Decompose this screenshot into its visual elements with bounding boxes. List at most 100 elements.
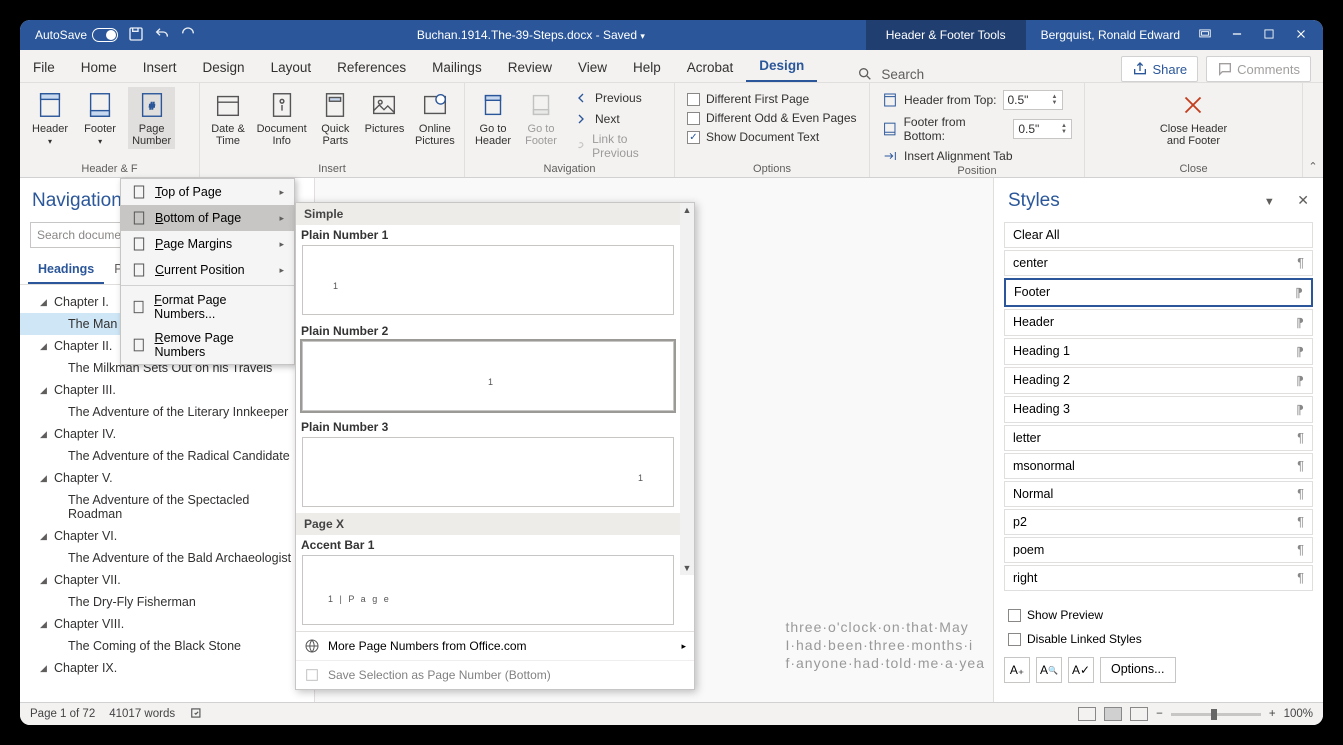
tree-heading[interactable]: ◢Chapter IV. <box>20 423 314 445</box>
search-box[interactable]: Search <box>857 66 924 82</box>
autosave-toggle[interactable]: AutoSave <box>35 28 118 42</box>
tree-heading[interactable]: ◢Chapter VI. <box>20 525 314 547</box>
tab-file[interactable]: File <box>20 53 68 82</box>
style-item[interactable]: Header⁋ <box>1004 309 1313 336</box>
quick-parts-button[interactable]: Quick Parts <box>315 87 355 149</box>
tab-acrobat[interactable]: Acrobat <box>674 53 747 82</box>
tree-heading[interactable]: ◢Chapter VIII. <box>20 613 314 635</box>
tree-subheading[interactable]: The Adventure of the Bald Archaeologist <box>20 547 314 569</box>
share-button[interactable]: Share <box>1121 56 1198 82</box>
gallery-item-title[interactable]: Plain Number 2 <box>296 321 680 341</box>
comments-button[interactable]: Comments <box>1206 56 1311 82</box>
style-inspector-button[interactable]: A🔍 <box>1036 657 1062 683</box>
tab-help[interactable]: Help <box>620 53 674 82</box>
styles-options-icon[interactable]: ▼ <box>1264 196 1275 208</box>
tab-insert[interactable]: Insert <box>130 53 190 82</box>
header-from-top[interactable]: Header from Top:0.5"▲▼ <box>878 89 1076 111</box>
styles-options-button[interactable]: Options... <box>1100 657 1176 683</box>
zoom-out-icon[interactable]: − <box>1156 708 1163 720</box>
style-item[interactable]: p2¶ <box>1004 509 1313 535</box>
tree-subheading[interactable]: The Dry-Fly Fisherman <box>20 591 314 613</box>
tree-subheading[interactable]: The Adventure of the Spectacled Roadman <box>20 489 314 525</box>
tab-home[interactable]: Home <box>68 53 130 82</box>
menu-item[interactable]: Bottom of Page▸ <box>121 205 294 231</box>
footer-button[interactable]: Footer▾ <box>80 87 120 148</box>
menu-item[interactable]: Remove Page Numbers <box>121 326 294 364</box>
pictures-button[interactable]: Pictures <box>363 87 405 137</box>
show-doc-text-checkbox[interactable]: Show Document Text <box>683 129 861 145</box>
user-name[interactable]: Bergquist, Ronald Edward <box>1041 28 1180 42</box>
status-words[interactable]: 41017 words <box>109 708 175 720</box>
gallery-item-preview[interactable]: 1 <box>302 245 674 315</box>
style-item[interactable]: Footer⁋ <box>1004 278 1313 307</box>
status-page[interactable]: Page 1 of 72 <box>30 708 95 720</box>
manage-styles-button[interactable]: A✓ <box>1068 657 1094 683</box>
gallery-item-accent-bar[interactable]: Accent Bar 1 <box>296 535 680 555</box>
tree-subheading[interactable]: The Coming of the Black Stone <box>20 635 314 657</box>
online-pictures-button[interactable]: Online Pictures <box>414 87 456 149</box>
gallery-scrollbar[interactable]: ▲▼ <box>680 203 694 575</box>
close-icon[interactable] <box>1294 27 1308 44</box>
style-item[interactable]: Clear All <box>1004 222 1313 248</box>
more-page-numbers[interactable]: More Page Numbers from Office.com ▸ <box>296 631 694 660</box>
previous-button[interactable]: Previous <box>569 89 666 107</box>
zoom-in-icon[interactable]: + <box>1269 708 1276 720</box>
tree-heading[interactable]: ◢Chapter V. <box>20 467 314 489</box>
insert-alignment-tab[interactable]: Insert Alignment Tab <box>878 147 1076 165</box>
new-style-button[interactable]: A₊ <box>1004 657 1030 683</box>
gallery-item-preview[interactable]: 1 <box>302 437 674 507</box>
minimize-icon[interactable] <box>1230 27 1244 44</box>
style-item[interactable]: letter¶ <box>1004 425 1313 451</box>
tab-references[interactable]: References <box>324 53 419 82</box>
style-item[interactable]: Normal¶ <box>1004 481 1313 507</box>
nav-tab-headings[interactable]: Headings <box>28 256 104 284</box>
date-time-button[interactable]: Date & Time <box>208 87 248 149</box>
collapse-ribbon-icon[interactable]: ⌃ <box>1303 83 1323 177</box>
tab-view[interactable]: View <box>565 53 620 82</box>
read-mode-icon[interactable] <box>1078 707 1096 721</box>
tab-hf-design[interactable]: Design <box>746 51 817 82</box>
page-number-button[interactable]: #Page Number <box>128 87 175 149</box>
header-button[interactable]: Header▾ <box>28 87 72 148</box>
tab-review[interactable]: Review <box>495 53 565 82</box>
next-button[interactable]: Next <box>569 110 666 128</box>
style-item[interactable]: Heading 2⁋ <box>1004 367 1313 394</box>
undo-icon[interactable] <box>154 26 170 45</box>
save-icon[interactable] <box>128 26 144 45</box>
web-layout-icon[interactable] <box>1130 707 1148 721</box>
show-preview-checkbox[interactable]: Show Preview <box>1004 607 1313 623</box>
menu-item[interactable]: Page Margins▸ <box>121 231 294 257</box>
disable-linked-checkbox[interactable]: Disable Linked Styles <box>1004 631 1313 647</box>
redo-icon[interactable] <box>180 26 196 45</box>
tree-heading[interactable]: ◢Chapter IX. <box>20 657 314 679</box>
style-item[interactable]: right¶ <box>1004 565 1313 591</box>
tab-design[interactable]: Design <box>190 53 258 82</box>
tree-subheading[interactable]: The Adventure of the Radical Candidate <box>20 445 314 467</box>
style-item[interactable]: Heading 1⁋ <box>1004 338 1313 365</box>
footer-from-bottom[interactable]: Footer from Bottom:0.5"▲▼ <box>878 114 1076 144</box>
different-first-page-checkbox[interactable]: Different First Page <box>683 91 861 107</box>
gallery-item-preview[interactable]: 1 <box>302 341 674 411</box>
style-item[interactable]: msonormal¶ <box>1004 453 1313 479</box>
proofing-icon[interactable] <box>189 706 205 723</box>
close-header-footer-button[interactable]: Close Header and Footer <box>1156 87 1231 149</box>
styles-close-icon[interactable]: ✕ <box>1297 192 1309 208</box>
zoom-level[interactable]: 100% <box>1284 708 1313 720</box>
print-layout-icon[interactable] <box>1104 707 1122 721</box>
tree-subheading[interactable]: The Adventure of the Literary Innkeeper <box>20 401 314 423</box>
style-item[interactable]: poem¶ <box>1004 537 1313 563</box>
gallery-item-title[interactable]: Plain Number 3 <box>296 417 680 437</box>
menu-item[interactable]: Current Position▸ <box>121 257 294 283</box>
gallery-item-title[interactable]: Plain Number 1 <box>296 225 680 245</box>
tab-mailings[interactable]: Mailings <box>419 53 495 82</box>
different-odd-even-checkbox[interactable]: Different Odd & Even Pages <box>683 110 861 126</box>
style-item[interactable]: center¶ <box>1004 250 1313 276</box>
menu-item[interactable]: Top of Page▸ <box>121 179 294 205</box>
tab-layout[interactable]: Layout <box>258 53 325 82</box>
maximize-icon[interactable] <box>1262 27 1276 44</box>
document-info-button[interactable]: Document Info <box>256 87 307 149</box>
goto-header-button[interactable]: Go to Header <box>473 87 513 149</box>
tree-heading[interactable]: ◢Chapter III. <box>20 379 314 401</box>
zoom-slider[interactable] <box>1171 713 1261 716</box>
menu-item[interactable]: Format Page Numbers... <box>121 288 294 326</box>
